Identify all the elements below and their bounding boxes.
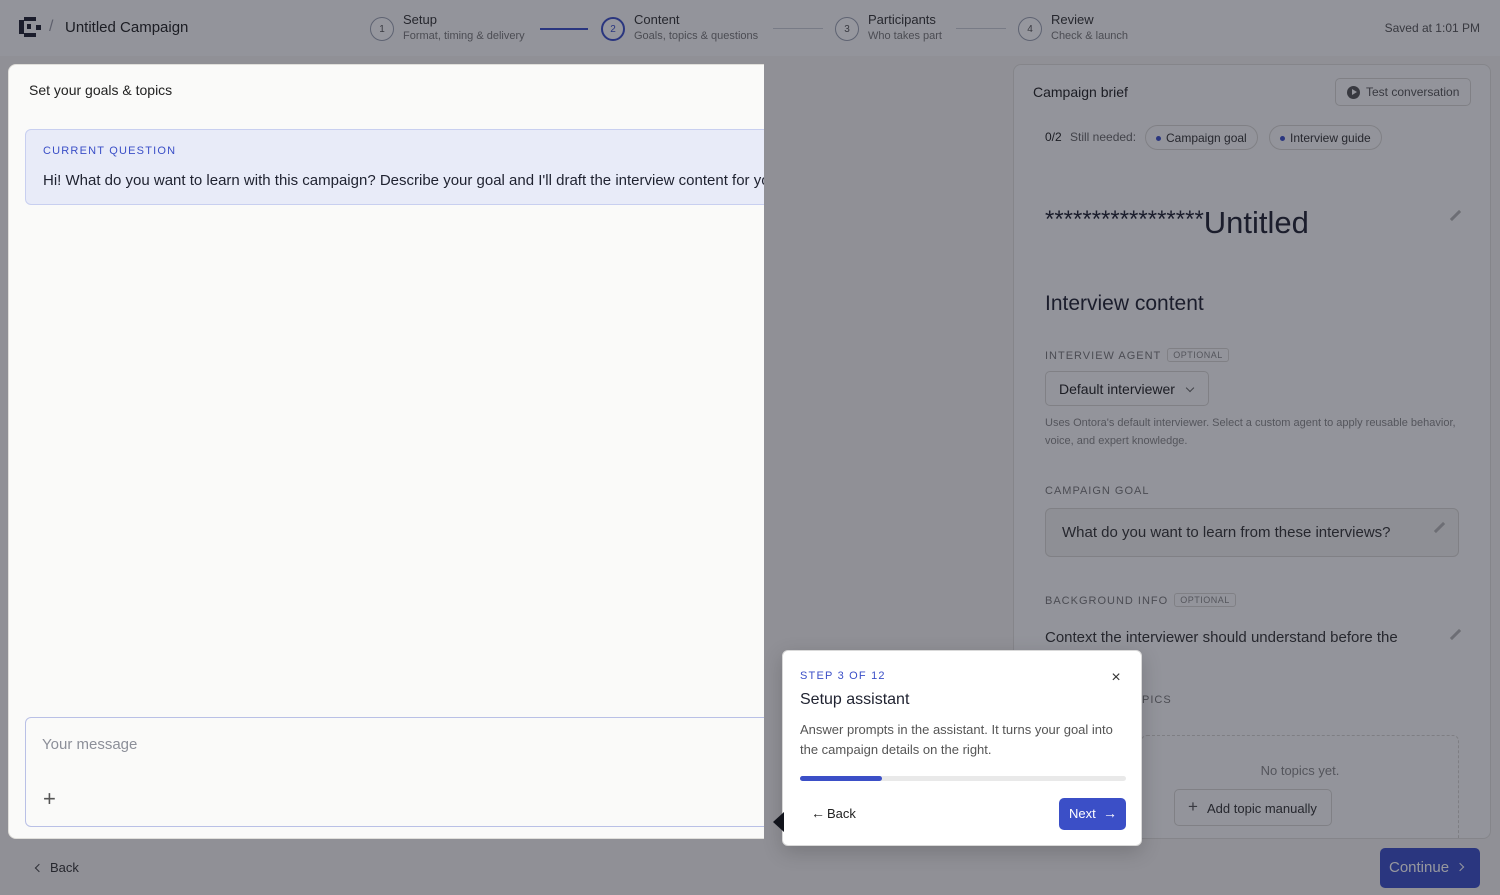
chevron-down-icon <box>1185 383 1195 393</box>
optional-badge: OPTIONAL <box>1174 593 1236 607</box>
tour-popover: STEP 3 OF 12 Setup assistant × Answer pr… <box>782 650 1142 846</box>
interview-agent-value: Default interviewer <box>1059 381 1175 397</box>
topics-label: PICS <box>1142 694 1172 706</box>
needed-label: Still needed: <box>1070 130 1137 144</box>
assistant-chat-panel: Set your goals & topics CURRENT QUESTION… <box>8 64 764 839</box>
logo-icon[interactable] <box>19 17 41 37</box>
chat-title: Set your goals & topics <box>29 82 173 98</box>
add-topic-button[interactable]: + Add topic manually <box>1174 789 1332 826</box>
continue-label: Continue <box>1389 859 1450 876</box>
step-connector <box>540 28 588 30</box>
pencil-icon[interactable] <box>1449 210 1461 222</box>
app-header: / Untitled Campaign 1 Setup Format, timi… <box>0 0 1500 56</box>
step-title: Setup <box>403 12 437 27</box>
tour-next-label: Next <box>1069 806 1096 821</box>
step-subtitle: Who takes part <box>868 30 942 42</box>
chip-campaign-goal[interactable]: Campaign goal <box>1145 125 1258 150</box>
breadcrumb-separator: / <box>49 18 54 35</box>
step-number: 1 <box>370 17 394 41</box>
add-topic-label: Add topic manually <box>1207 801 1317 816</box>
chip-interview-guide[interactable]: Interview guide <box>1269 125 1382 150</box>
campaign-goal-label: CAMPAIGN GOAL <box>1045 485 1150 497</box>
tour-progress-fill <box>800 776 882 781</box>
plus-icon: + <box>1188 797 1198 816</box>
current-question-text: Hi! What do you want to learn with this … <box>43 172 764 189</box>
interview-agent-label: INTERVIEW AGENT OPTIONAL <box>1045 348 1229 362</box>
tour-spotlight: Set your goals & topics CURRENT QUESTION… <box>0 50 764 853</box>
step-connector <box>773 28 823 29</box>
step-number: 4 <box>1018 17 1042 41</box>
tour-step-label: STEP 3 OF 12 <box>800 670 886 682</box>
campaign-name-text: Untitled <box>1203 205 1309 240</box>
pencil-icon[interactable] <box>1433 522 1445 534</box>
close-icon[interactable]: × <box>1105 667 1127 689</box>
no-topics-text: No topics yet. <box>1260 763 1340 778</box>
brief-title: Campaign brief <box>1033 84 1128 100</box>
topics-empty-state: No topics yet. + Add topic manually <box>1141 735 1459 838</box>
current-question-card: CURRENT QUESTION Hi! What do you want to… <box>25 129 764 205</box>
background-info-label: BACKGROUND INFO OPTIONAL <box>1045 593 1236 607</box>
saved-status: Saved at 1:01 PM <box>1384 21 1480 35</box>
message-composer: + <box>25 717 764 827</box>
campaign-goal-field[interactable]: What do you want to learn from these int… <box>1045 508 1459 557</box>
background-info-text[interactable]: Context the interviewer should understan… <box>1045 629 1398 646</box>
step-number: 2 <box>601 17 625 41</box>
interview-content-title: Interview content <box>1045 292 1204 315</box>
step-number: 3 <box>835 17 859 41</box>
needed-count-value: 0/2 <box>1045 130 1062 144</box>
tour-body: Answer prompts in the assistant. It turn… <box>800 722 1113 757</box>
step-title: Content <box>634 12 680 27</box>
footer-back-button[interactable]: Back <box>34 860 79 875</box>
interview-agent-help: Uses Ontora's default interviewer. Selec… <box>1045 417 1456 447</box>
needed-count: 0/2 <box>1045 130 1062 144</box>
step-title: Review <box>1051 12 1094 27</box>
pencil-icon[interactable] <box>1449 629 1461 641</box>
tour-back-button[interactable]: ← Back <box>800 798 856 828</box>
tour-progress-bar <box>800 776 1126 781</box>
tour-title: Setup assistant <box>800 691 910 708</box>
step-connector <box>956 28 1006 29</box>
arrow-left-icon: ← <box>811 805 825 821</box>
step-subtitle: Goals, topics & questions <box>634 30 759 42</box>
current-question-label: CURRENT QUESTION <box>43 145 177 157</box>
campaign-name-heading[interactable]: *****************Untitled <box>1045 205 1309 241</box>
step-title: Participants <box>868 12 936 27</box>
test-conversation-label: Test conversation <box>1366 85 1460 99</box>
tour-next-button[interactable]: Next → <box>1059 798 1126 830</box>
chevron-right-icon <box>1455 862 1465 872</box>
play-icon <box>1347 86 1360 99</box>
campaign-title[interactable]: Untitled Campaign <box>65 19 188 36</box>
tour-pointer-arrow <box>773 812 784 832</box>
arrow-right-icon: → <box>1103 805 1117 821</box>
message-input[interactable] <box>42 732 764 756</box>
campaign-goal-placeholder: What do you want to learn from these int… <box>1062 524 1391 541</box>
optional-badge: OPTIONAL <box>1167 348 1229 362</box>
interview-agent-select[interactable]: Default interviewer <box>1045 371 1209 406</box>
tour-back-label: Back <box>827 806 856 821</box>
wizard-footer: Back Continue <box>0 847 1500 895</box>
campaign-name-stars: ***************** <box>1045 206 1204 233</box>
background-info-label-text: BACKGROUND INFO <box>1045 595 1169 607</box>
test-conversation-button[interactable]: Test conversation <box>1335 78 1471 106</box>
interview-agent-label-text: INTERVIEW AGENT <box>1045 350 1162 362</box>
step-subtitle: Format, timing & delivery <box>403 30 525 42</box>
step-subtitle: Check & launch <box>1051 30 1129 42</box>
plus-icon[interactable]: + <box>43 788 61 810</box>
continue-button[interactable]: Continue <box>1380 848 1480 888</box>
